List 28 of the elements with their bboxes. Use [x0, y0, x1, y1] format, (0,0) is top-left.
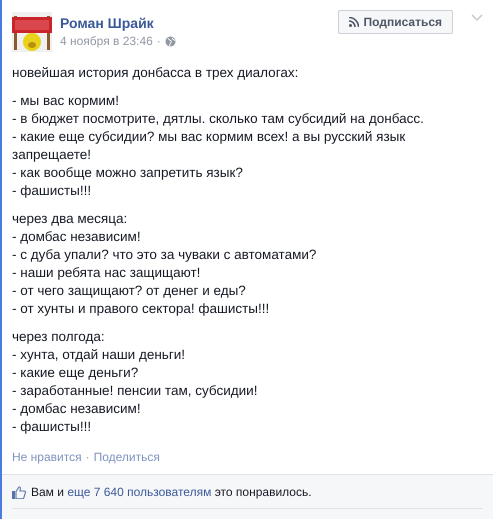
post-text-line: новейшая история донбасса в трех диалогах: — [12, 64, 300, 82]
rss-icon — [348, 17, 359, 27]
post-text-line: - хунта, отдай наши деньги! — [12, 346, 186, 364]
author-name[interactable]: Роман Шрайк — [60, 15, 330, 31]
post-text-line: - домбас независим! — [12, 400, 142, 418]
post-text-line: через полгода: — [12, 328, 106, 346]
thumbs-up-icon — [12, 486, 26, 498]
follow-button[interactable]: Подписаться — [338, 10, 453, 34]
post-text-line: - в бюджет посмотрите, дятлы. сколько там субсидий на донбасс. — [12, 110, 425, 128]
likers-link[interactable]: еще 7 640 пользователям — [67, 485, 212, 499]
post-text-line: - от хунты и правого сектора! фашисты!!! — [12, 300, 270, 318]
separator-dot: · — [156, 34, 161, 48]
post-text-line: - какие еще деньги? — [12, 364, 140, 382]
post-text-line: - мы вас кормим! — [12, 92, 120, 110]
post-text-line: через два месяца: — [12, 210, 128, 228]
globe-icon — [164, 36, 176, 46]
likes-summary: Вам и еще 7 640 пользователям это понравилось. — [31, 485, 312, 499]
post-text-line: - какие еще субсидии? мы вас кормим всех! а вы русский язык запрещаете! — [12, 128, 406, 164]
post-text-line: - заработанные! пенсии там, субсидии! — [12, 382, 258, 400]
post-text-line: - от чего защищают? от денег и еды? — [12, 282, 247, 300]
post-text-line: - с дуба упали? что это за чуваки с автоматами? — [12, 246, 318, 264]
separator-dot: · — [86, 450, 90, 464]
post-text-line: - как вообще можно запретить язык? — [12, 164, 244, 182]
post-text-line: - фашисты!!! — [12, 418, 92, 436]
post-text-line: - наши ребята нас защищают! — [12, 264, 202, 282]
post-text-line: - домбас независим! — [12, 228, 142, 246]
post-text-line: - фашисты!!! — [12, 182, 92, 200]
chevron-down-icon[interactable] — [471, 14, 483, 22]
